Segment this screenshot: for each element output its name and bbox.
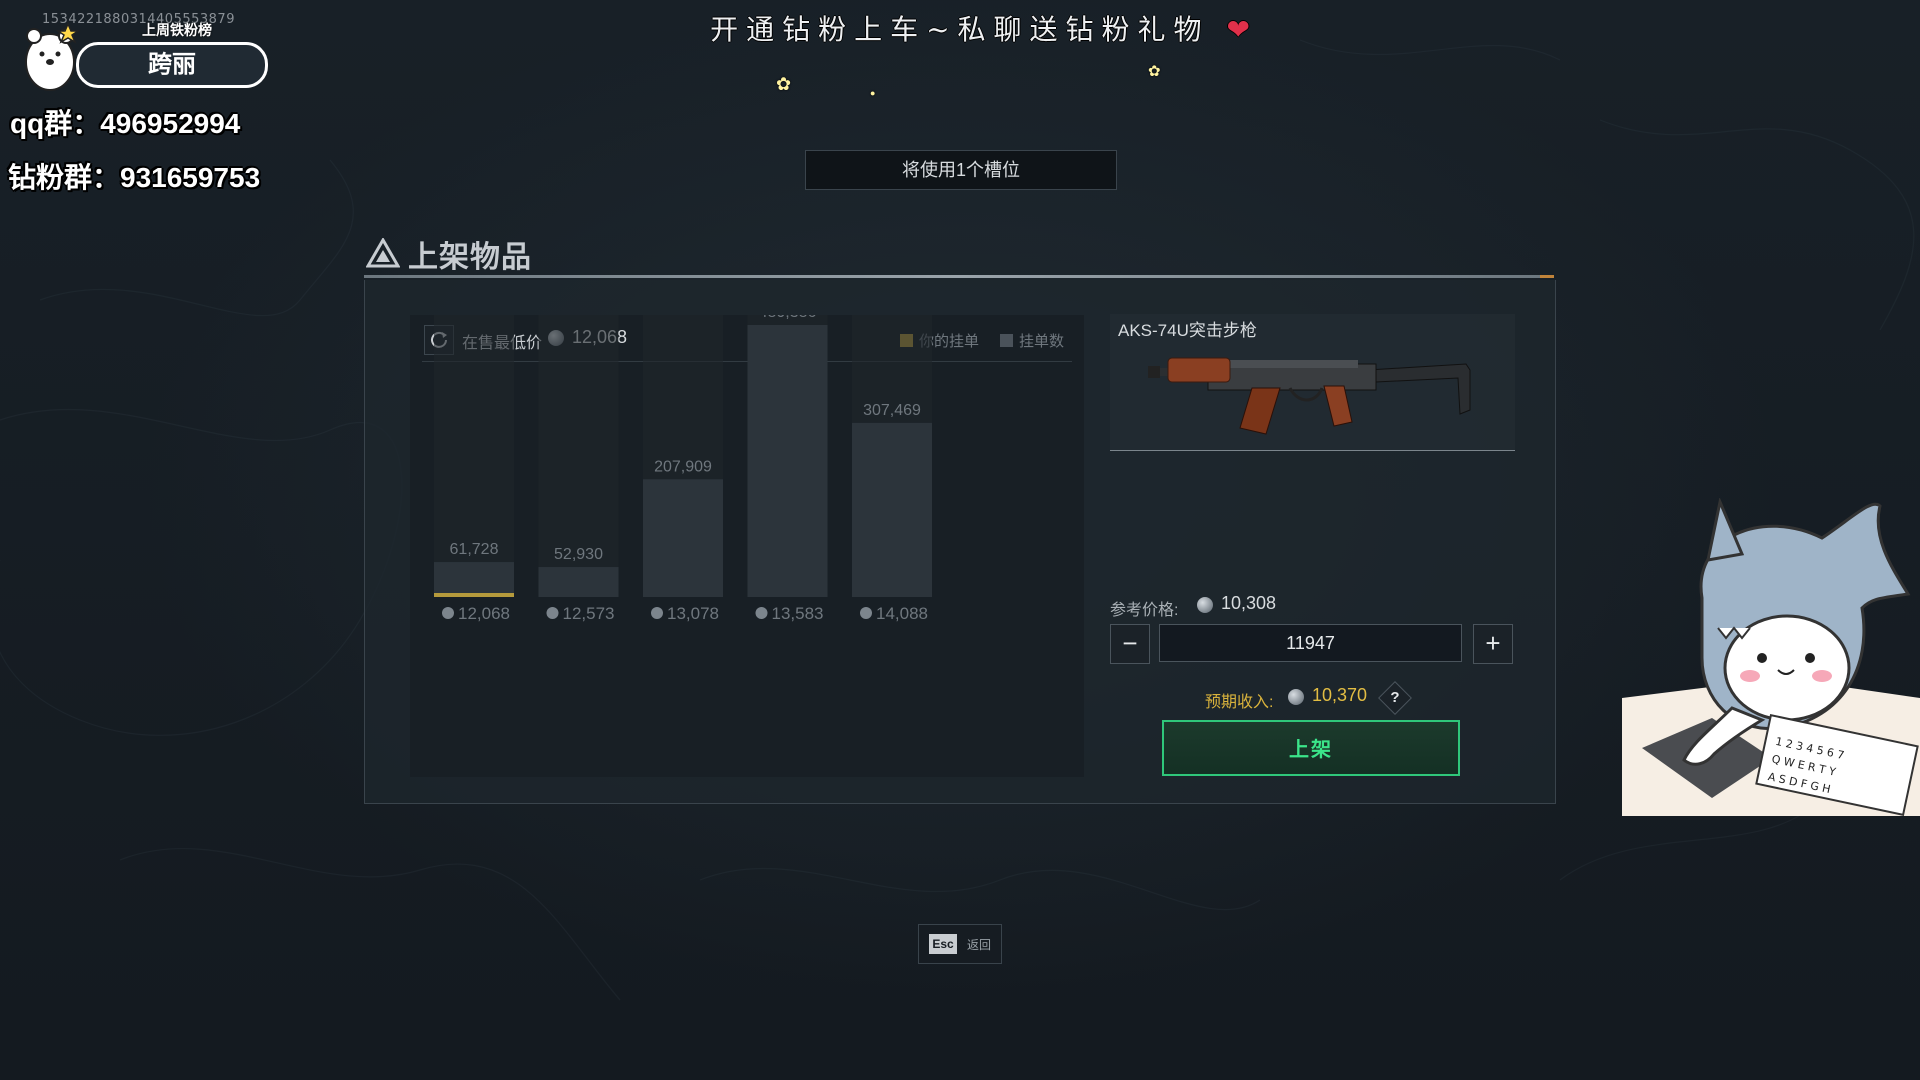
coin-icon	[546, 607, 559, 619]
panel-divider	[364, 275, 1554, 278]
item-divider	[1110, 450, 1515, 451]
banner-message: 开通钻粉上车~私聊送钻粉礼物	[710, 13, 1210, 46]
coin-icon	[442, 607, 454, 619]
bear-mascot-icon	[25, 22, 81, 91]
back-label: 返回	[967, 938, 992, 952]
price-input[interactable]	[1159, 624, 1462, 662]
price-chart: 在售最低价 12,068 你的挂单 挂单数 61,72812,06852,930…	[410, 315, 1084, 777]
panel-title: 上架物品	[408, 241, 532, 274]
fans-group-text: 钻粉群：931659753	[8, 162, 261, 193]
badge-name: 跨丽	[76, 42, 268, 88]
esc-key-icon: Esc	[929, 934, 957, 954]
badge-title: 上周铁粉榜	[142, 22, 212, 38]
chart-bar[interactable]	[434, 562, 514, 597]
coin-icon	[755, 607, 768, 619]
bar-value-label: 61,728	[450, 541, 499, 558]
price-increase-button[interactable]: +	[1473, 624, 1513, 664]
plus-icon: +	[1485, 628, 1501, 658]
qq-group-text: qq群：496952994	[10, 108, 241, 139]
coin-icon	[1197, 597, 1213, 613]
price-tick-label: 13,583	[772, 604, 824, 623]
price-tick-label: 13,078	[667, 604, 719, 623]
price-decrease-button[interactable]: −	[1110, 624, 1150, 664]
bar-value-label: 480,386	[759, 315, 817, 321]
market-triangle-icon	[366, 238, 400, 268]
bar-chart: 61,728 12,068 52,930 12,573 207,909 13,078 480…	[434, 315, 932, 623]
heart-icon: ❤	[1226, 13, 1250, 46]
coin-icon	[1288, 689, 1304, 705]
reference-price-label: 参考价格:	[1110, 602, 1179, 619]
sparkle-icon: ✿	[1148, 63, 1161, 80]
chart-bar[interactable]	[852, 422, 932, 597]
bar-value-label: 52,930	[554, 546, 603, 563]
banner-text: 开通钻粉上车~私聊送钻粉礼物 ❤	[680, 8, 1280, 48]
price-tick-label: 12,573	[563, 604, 615, 623]
reference-price-value: 10,308	[1221, 593, 1277, 613]
coin-icon	[651, 607, 663, 619]
price-tick-label: 14,088	[876, 604, 928, 623]
sparkle-icon: ✿	[776, 74, 792, 94]
list-item-button[interactable]: 上架	[1162, 720, 1460, 776]
bar-value-label: 307,469	[863, 402, 921, 419]
rifle-image	[1148, 357, 1471, 435]
bar-value-label: 207,909	[654, 458, 712, 475]
slot-notice: 将使用1个槽位	[805, 150, 1117, 190]
sparkle-icon: ●	[870, 88, 876, 98]
shark-mascot-icon: 1 2 3 4 5 6 7 Q W E R T Y A S D F G H	[1622, 498, 1920, 816]
streamer-badge: 1534221880314405553879 上周铁粉榜 跨丽	[14, 8, 268, 98]
chart-bar[interactable]	[643, 479, 723, 597]
expected-income-value: 10,370	[1312, 685, 1368, 705]
help-question-mark: ?	[1390, 689, 1400, 706]
back-button[interactable]: Esc 返回	[918, 924, 1002, 964]
your-listing-marker	[434, 593, 514, 597]
coin-icon	[860, 607, 872, 619]
price-tick-label: 12,068	[458, 604, 510, 623]
chart-bar[interactable]	[747, 325, 828, 597]
screen: 1534221880314405553879 上周铁粉榜 跨丽 qq群：4969…	[0, 0, 1920, 1080]
minus-icon: −	[1122, 628, 1138, 658]
chart-bar[interactable]	[538, 567, 619, 597]
panel-divider-accent	[1540, 275, 1554, 278]
expected-income-label: 预期收入:	[1205, 694, 1274, 711]
